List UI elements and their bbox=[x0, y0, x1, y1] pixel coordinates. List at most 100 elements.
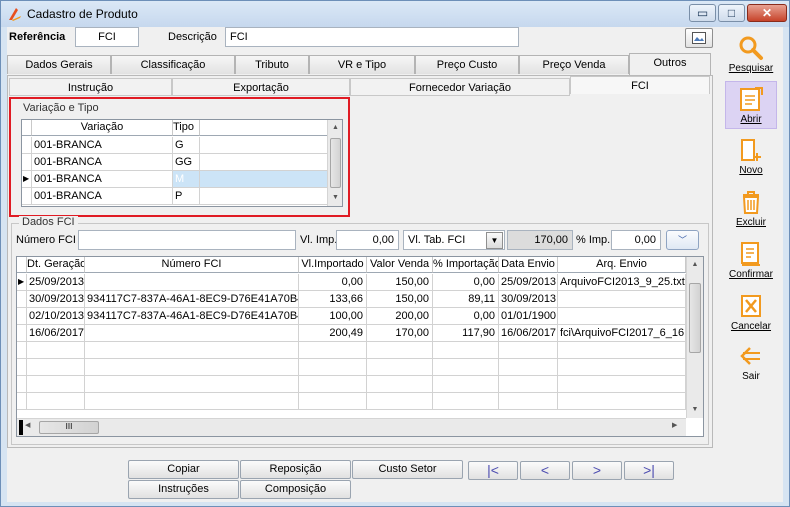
cell-variacao[interactable]: 001-BRANCA bbox=[32, 171, 173, 188]
pesquisar-button[interactable]: Pesquisar bbox=[725, 31, 777, 79]
subtab-exportacao[interactable]: Exportação bbox=[172, 78, 350, 96]
cell-data-envio[interactable]: 01/01/1900 bbox=[499, 308, 558, 325]
cell-tipo[interactable]: G bbox=[173, 137, 200, 154]
cell-pct-importacao[interactable]: 89,11 bbox=[433, 291, 499, 308]
tab-classificacao[interactable]: Classificação bbox=[111, 55, 235, 74]
cell-variacao[interactable]: 001-BRANCA bbox=[32, 188, 173, 205]
confirmar-button[interactable]: Confirmar bbox=[725, 237, 777, 285]
cell-arq-envio[interactable]: ArquivoFCI2013_9_25.txt bbox=[558, 274, 686, 291]
cell-numero-fci[interactable] bbox=[85, 274, 299, 291]
minimize-button[interactable]: ▭ bbox=[689, 4, 716, 22]
sair-button[interactable]: Sair bbox=[725, 339, 777, 387]
close-button[interactable]: ✕ bbox=[747, 4, 787, 22]
column-header-tipo[interactable]: Tipo bbox=[173, 120, 200, 136]
tab-preco-venda[interactable]: Preço Venda bbox=[519, 55, 629, 74]
cell-vl-importado[interactable]: 0,00 bbox=[299, 274, 367, 291]
cell-pct-importacao[interactable]: 0,00 bbox=[433, 274, 499, 291]
first-record-button[interactable]: |< bbox=[468, 461, 518, 480]
cell-variacao[interactable]: 001-BRANCA bbox=[32, 137, 173, 154]
scroll-thumb[interactable] bbox=[689, 283, 701, 353]
vl-imp-input[interactable]: 0,00 bbox=[336, 230, 399, 250]
column-header-variacao[interactable]: Variação bbox=[32, 120, 173, 136]
maximize-button[interactable]: □ bbox=[718, 4, 745, 22]
referencia-field[interactable]: FCI bbox=[75, 27, 139, 47]
cell-pct-importacao[interactable]: 0,00 bbox=[433, 308, 499, 325]
cell-vl-importado[interactable]: 200,49 bbox=[299, 325, 367, 342]
cell-tipo[interactable]: M bbox=[173, 171, 200, 188]
tab-dados-gerais[interactable]: Dados Gerais bbox=[7, 55, 111, 74]
subtab-fornecedor-variacao[interactable]: Fornecedor Variação bbox=[350, 78, 570, 96]
tab-outros[interactable]: Outros bbox=[629, 53, 711, 75]
tab-fci-select[interactable]: Vl. Tab. FCI ▼ bbox=[403, 230, 505, 250]
variacao-scrollbar[interactable]: ▲ ▼ bbox=[327, 120, 342, 206]
image-button[interactable] bbox=[685, 28, 713, 48]
column-header-dt-geracao[interactable]: Dt. Geração bbox=[27, 257, 85, 273]
excluir-button[interactable]: Excluir bbox=[725, 185, 777, 233]
cell-numero-fci[interactable]: 934117C7-837A-46A1-8EC9-D76E41A70B49 bbox=[85, 308, 299, 325]
title-bar[interactable]: Cadastro de Produto ▭ □ ✕ bbox=[1, 1, 789, 27]
column-header-vl-importado[interactable]: Vl.Importado bbox=[299, 257, 367, 273]
chevron-down-icon[interactable]: ▼ bbox=[486, 232, 503, 249]
empty-cell bbox=[433, 393, 499, 410]
scroll-down-icon[interactable]: ▼ bbox=[687, 402, 703, 418]
column-header-pct-importacao[interactable]: % Importação bbox=[433, 257, 499, 273]
column-header-valor-venda[interactable]: Valor Venda bbox=[367, 257, 433, 273]
cell-valor-venda[interactable]: 150,00 bbox=[367, 291, 433, 308]
cell-valor-venda[interactable]: 170,00 bbox=[367, 325, 433, 342]
cell-arq-envio[interactable]: fci\ArquivoFCI2017_6_16. bbox=[558, 325, 686, 342]
numero-fci-input[interactable] bbox=[78, 230, 296, 250]
cell-vl-importado[interactable]: 100,00 bbox=[299, 308, 367, 325]
cell-numero-fci[interactable]: 934117C7-837A-46A1-8EC9-D76E41A70B49 bbox=[85, 291, 299, 308]
reposicao-button[interactable]: Reposição bbox=[240, 460, 351, 479]
cell-dt-geracao[interactable]: 02/10/2013 bbox=[27, 308, 85, 325]
fci-horizontal-scrollbar[interactable]: ◀ III ▶ bbox=[17, 418, 686, 436]
cell-pct-importacao[interactable]: 117,90 bbox=[433, 325, 499, 342]
tab-tributo[interactable]: Tributo bbox=[235, 55, 309, 74]
cell-tipo[interactable]: P bbox=[173, 188, 200, 205]
custo-setor-button[interactable]: Custo Setor bbox=[352, 460, 463, 479]
cell-arq-envio[interactable] bbox=[558, 291, 686, 308]
cell-vl-importado[interactable]: 133,66 bbox=[299, 291, 367, 308]
scroll-down-icon[interactable]: ▼ bbox=[328, 190, 342, 206]
scroll-up-icon[interactable]: ▲ bbox=[687, 257, 703, 273]
column-header-numero-fci[interactable]: Número FCI bbox=[85, 257, 299, 273]
cell-data-envio[interactable]: 25/09/2013 bbox=[499, 274, 558, 291]
previous-record-button[interactable]: < bbox=[520, 461, 570, 480]
cell-arq-envio[interactable] bbox=[558, 308, 686, 325]
tab-preco-custo[interactable]: Preço Custo bbox=[415, 55, 519, 74]
cell-dt-geracao[interactable]: 30/09/2013 bbox=[27, 291, 85, 308]
variacao-grid[interactable]: Variação Tipo 001-BRANCA G 001-BRANCA GG… bbox=[21, 119, 343, 207]
abrir-button[interactable]: Abrir bbox=[725, 81, 777, 129]
pct-imp-input[interactable]: 0,00 bbox=[611, 230, 661, 250]
fci-grid[interactable]: Dt. Geração Número FCI Vl.Importado Valo… bbox=[16, 256, 704, 437]
next-record-button[interactable]: > bbox=[572, 461, 622, 480]
cell-tipo[interactable]: GG bbox=[173, 154, 200, 171]
column-header-arq-envio[interactable]: Arq. Envio bbox=[558, 257, 686, 273]
cell-valor-venda[interactable]: 150,00 bbox=[367, 274, 433, 291]
cell-data-envio[interactable]: 16/06/2017 bbox=[499, 325, 558, 342]
last-record-button[interactable]: >| bbox=[624, 461, 674, 480]
expand-button[interactable]: ﹀ bbox=[666, 230, 699, 250]
cell-data-envio[interactable]: 30/09/2013 bbox=[499, 291, 558, 308]
cell-variacao[interactable]: 001-BRANCA bbox=[32, 154, 173, 171]
column-header-data-envio[interactable]: Data Envio bbox=[499, 257, 558, 273]
copiar-button[interactable]: Copiar bbox=[128, 460, 239, 479]
cancelar-button[interactable]: Cancelar bbox=[725, 289, 777, 337]
composicao-button[interactable]: Composição bbox=[240, 480, 351, 499]
cell-numero-fci[interactable] bbox=[85, 325, 299, 342]
scroll-up-icon[interactable]: ▲ bbox=[328, 120, 342, 136]
novo-button[interactable]: Novo bbox=[725, 133, 777, 181]
cell-dt-geracao[interactable]: 16/06/2017 bbox=[27, 325, 85, 342]
subtab-fci[interactable]: FCI bbox=[570, 76, 710, 94]
cell-dt-geracao[interactable]: 25/09/2013 bbox=[27, 274, 85, 291]
scroll-thumb[interactable] bbox=[330, 138, 341, 188]
scroll-left-icon[interactable]: ◀ bbox=[25, 421, 30, 429]
scroll-thumb[interactable]: III bbox=[39, 421, 99, 434]
fci-vertical-scrollbar[interactable]: ▲ ▼ bbox=[686, 257, 703, 418]
descricao-field[interactable]: FCI bbox=[225, 27, 519, 47]
cell-valor-venda[interactable]: 200,00 bbox=[367, 308, 433, 325]
tab-vr-e-tipo[interactable]: VR e Tipo bbox=[309, 55, 415, 74]
subtab-instrucao[interactable]: Instrução bbox=[9, 78, 172, 96]
instrucoes-button[interactable]: Instruções bbox=[128, 480, 239, 499]
scroll-right-icon[interactable]: ▶ bbox=[672, 421, 677, 429]
